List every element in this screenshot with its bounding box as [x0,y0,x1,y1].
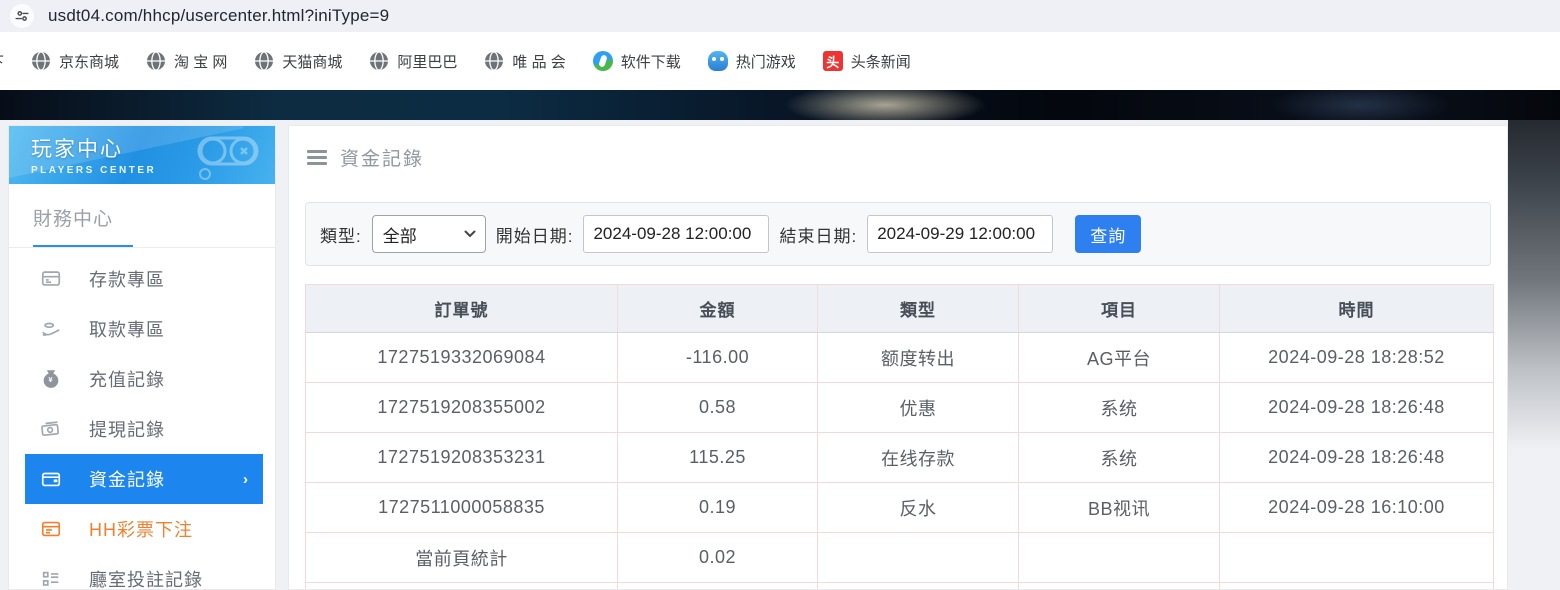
sidebar: 玩家中心 PLAYERS CENTER 財務中心 存款專區 取款專區 [8,125,276,590]
bookmark-item[interactable]: 天猫商城 [254,51,342,72]
table-row: 1727519208353231 115.25 在线存款 系统 2024-09-… [306,433,1494,483]
players-center-header: 玩家中心 PLAYERS CENTER [9,126,275,184]
sidebar-item-recharge-record[interactable]: ¥ 充值記錄 [25,354,263,404]
chevron-down-icon [464,230,476,238]
bookmark-item[interactable]: 热门游戏 [708,51,796,72]
bookmark-item[interactable]: 一下 [0,51,4,72]
browser-address-bar: usdt04.com/hhcp/usercenter.html?iniType=… [0,0,1560,32]
background-banner [0,90,1560,120]
chevron-right-icon: › [243,471,249,488]
globe-icon [484,51,504,71]
start-date-input[interactable]: 2024-09-28 12:00:00 [583,215,769,253]
type-select[interactable]: 全部 [372,215,486,253]
list-icon [39,567,63,590]
bookmark-item[interactable]: 阿里巴巴 [369,51,457,72]
game-robot-icon [708,51,728,71]
site-settings-icon[interactable] [10,4,34,28]
table-row: 1727519208355002 0.58 优惠 系统 2024-09-28 1… [306,383,1494,433]
menu-toggle-icon[interactable] [307,150,327,165]
table-summary-row: 當前頁統計 0.02 [306,533,1494,583]
column-header-order-no: 訂單號 [306,285,618,333]
sidebar-item-deposit-zone[interactable]: 存款專區 [25,254,263,304]
sidebar-item-withdrawal-record[interactable]: 提現記錄 [25,404,263,454]
type-label: 類型: [320,222,362,247]
globe-icon [146,51,166,71]
bookmark-item[interactable]: 软件下载 [593,51,681,72]
section-divider [9,247,275,248]
column-header-time: 時間 [1220,285,1494,333]
end-date-input[interactable]: 2024-09-29 12:00:00 [867,215,1053,253]
column-header-type: 類型 [818,285,1019,333]
column-header-project: 項目 [1019,285,1220,333]
finance-center-section: 財務中心 [9,184,275,248]
sidebar-item-funds-record[interactable]: 資金記錄 › [25,454,263,504]
bookmark-item[interactable]: 头 头条新闻 [823,51,911,72]
globe-icon [31,51,51,71]
table-header-row: 訂單號 金額 類型 項目 時間 [306,285,1494,333]
bookmark-item[interactable]: 京东商城 [31,51,119,72]
svg-text:¥: ¥ [49,375,54,384]
table-row: 1727519332069084 -116.00 额度转出 AG平台 2024-… [306,333,1494,383]
toutiao-icon: 头 [823,51,843,71]
url-text[interactable]: usdt04.com/hhcp/usercenter.html?iniType=… [48,6,389,26]
search-button[interactable]: 查詢 [1075,215,1141,253]
sidebar-menu: 存款專區 取款專區 ¥ 充值記錄 提現記錄 資金記錄 › [9,254,275,590]
bookmark-item[interactable]: 唯 品 会 [484,51,565,72]
finance-center-label: 財務中心 [33,204,251,231]
deposit-card-icon [39,267,63,291]
wallet-icon [39,467,63,491]
withdraw-hand-icon [39,317,63,341]
page-header: 資金記錄 [289,126,1507,188]
funds-table: 訂單號 金額 類型 項目 時間 1727519332069084 -116.00… [305,284,1494,590]
page-title: 資金記錄 [340,144,424,171]
filter-bar: 類型: 全部 開始日期: 2024-09-28 12:00:00 結束日期: 2… [305,202,1491,266]
start-date-label: 開始日期: [496,222,574,247]
end-date-label: 結束日期: [779,222,857,247]
globe-icon [369,51,389,71]
sidebar-item-hh-lottery-bet[interactable]: HH彩票下注 [25,504,263,554]
sidebar-item-withdraw-zone[interactable]: 取款專區 [25,304,263,354]
globe-icon [254,51,274,71]
cash-icon [39,417,63,441]
bookmark-item[interactable]: 淘 宝 网 [146,51,227,72]
background-shade [1508,120,1560,450]
table-row [306,583,1494,590]
gamepad-icon [181,130,267,182]
lottery-ticket-icon [39,517,63,541]
column-header-amount: 金額 [618,285,818,333]
moneybag-icon: ¥ [39,367,63,391]
table-row: 1727511000058835 0.19 反水 BB视讯 2024-09-28… [306,483,1494,533]
bookmarks-bar: 一下 京东商城 淘 宝 网 天猫商城 阿里巴巴 唯 品 会 软件下载 热门游戏 [0,32,1560,90]
main-panel: 資金記錄 類型: 全部 開始日期: 2024-09-28 12:00:00 結束… [288,125,1508,590]
sidebar-item-room-bet-record[interactable]: 廳室投註記錄 [25,554,263,590]
software-download-icon [593,51,613,71]
